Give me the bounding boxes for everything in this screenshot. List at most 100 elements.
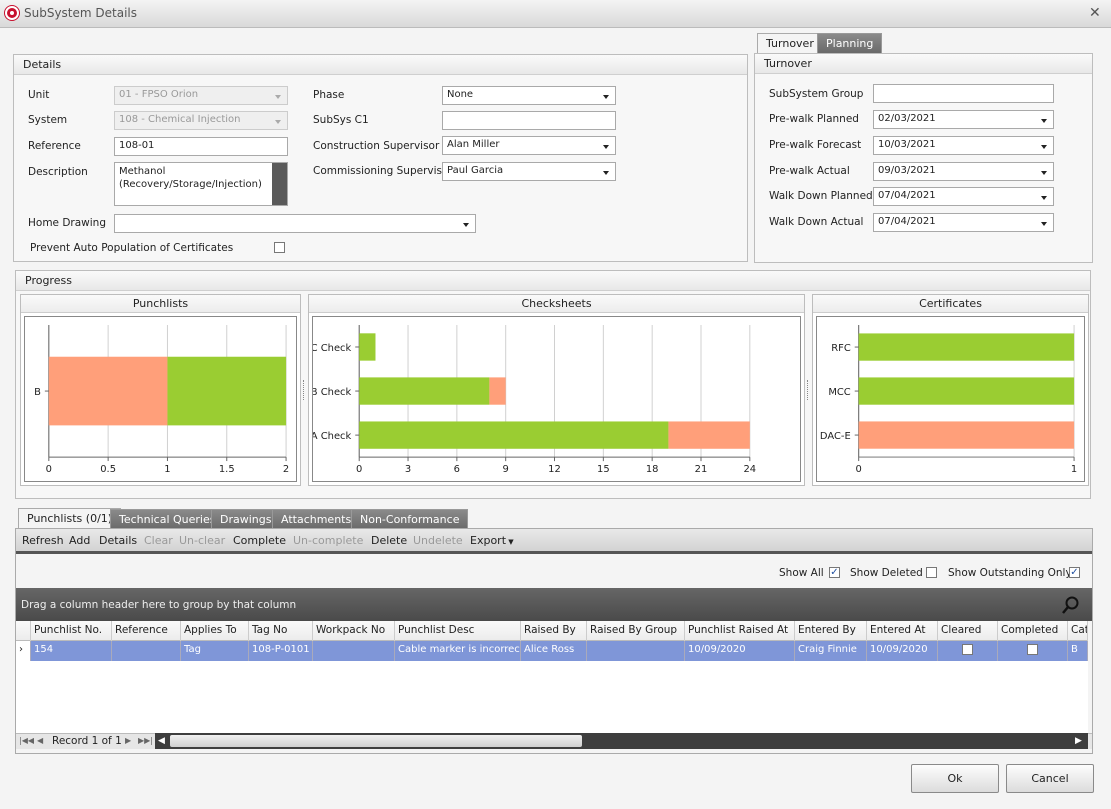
tick-label: 0 [46,464,52,475]
tab-technical-queries[interactable]: Technical Queries [110,509,225,529]
column-header[interactable]: Completed [998,621,1068,641]
clear-button[interactable]: Clear [144,534,173,547]
next-page-icon[interactable]: ▶ [125,736,131,745]
subsystem-group-input[interactable] [873,84,1054,103]
show-outstanding-checkbox[interactable] [1069,567,1080,578]
details-header: Details [14,55,747,75]
tab-attachments[interactable]: Attachments [272,509,361,529]
phase-label: Phase [313,89,345,101]
complete-button[interactable]: Complete [233,534,286,547]
commissioning-supervisor-label: Commissioning Supervisor [313,165,453,177]
undelete-button[interactable]: Undelete [413,534,463,547]
checksheets-chart-panel: Checksheets 0 3 6 9 12 15 18 21 24 C Check B Check… [308,294,805,486]
home-drawing-label: Home Drawing [28,217,107,229]
prev-page-icon[interactable]: ◀ [37,736,43,745]
bar [167,356,287,426]
walkdown-actual-date[interactable]: 07/04/2021 [873,213,1054,232]
prewalk-planned-date[interactable]: 02/03/2021 [873,110,1054,129]
tab-turnover[interactable]: Turnover [757,33,823,53]
prevent-auto-population-label: Prevent Auto Population of Certificates [30,242,234,254]
column-header[interactable]: Entered At [867,621,938,641]
unit-label: Unit [28,89,50,101]
home-drawing-select[interactable] [114,214,476,233]
walkdown-planned-date[interactable]: 07/04/2021 [873,187,1054,206]
tick-label: 21 [695,464,708,475]
column-header[interactable]: Punchlist Desc [395,621,521,641]
table-cell [112,641,181,661]
subsys-c1-input[interactable] [442,111,616,130]
delete-button[interactable]: Delete [371,534,407,547]
add-button[interactable]: Add [69,534,90,547]
unit-select[interactable]: 01 - FPSO Orion [114,86,288,105]
table-cell: 154 [31,641,112,661]
scroll-left-icon[interactable]: ◀ [158,736,165,746]
record-counter: Record 1 of 1 [52,735,122,747]
show-deleted-checkbox[interactable] [926,567,937,578]
walkdown-planned-label: Walk Down Planned [769,190,873,202]
prevent-auto-population-checkbox[interactable] [274,242,285,253]
checksheets-chart-title: Checksheets [309,295,804,313]
description-scrollbar[interactable] [272,163,287,205]
phase-select[interactable]: None [442,86,616,105]
column-header[interactable]: Tag No [249,621,313,641]
column-header[interactable]: Punchlist Raised At [685,621,795,641]
column-header[interactable]: Applies To [181,621,249,641]
prewalk-planned-label: Pre-walk Planned [769,113,859,125]
splitter-handle[interactable] [807,380,810,400]
completed-checkbox-cell [998,641,1068,661]
export-button[interactable]: Export ▼ [470,534,514,547]
description-textarea[interactable]: Methanol (Recovery/Storage/Injection) [114,162,288,206]
tab-drawings[interactable]: Drawings [211,509,281,529]
tick-label: 2 [283,464,289,475]
tick-label: 15 [597,464,610,475]
column-header[interactable]: Cat [1068,621,1088,641]
refresh-button[interactable]: Refresh [22,534,64,547]
reference-input[interactable]: 108-01 [114,137,288,156]
tab-planning[interactable]: Planning [817,33,883,53]
column-header[interactable]: Cleared [938,621,998,641]
completed-checkbox[interactable] [1027,644,1038,655]
search-icon[interactable] [1061,595,1081,615]
category-label: C Check [313,343,351,354]
column-header[interactable]: Raised By [521,621,587,641]
system-select[interactable]: 108 - Chemical Injection [114,111,288,130]
cleared-checkbox[interactable] [962,644,973,655]
tab-punchlists[interactable]: Punchlists (0/1) [18,508,122,528]
column-header[interactable]: Workpack No [313,621,395,641]
tab-non-conformance[interactable]: Non-Conformance [351,509,469,529]
construction-supervisor-select[interactable]: Alan Miller [442,136,616,155]
splitter-handle[interactable] [303,380,306,400]
chevron-down-icon: ▼ [506,538,514,546]
unclear-button[interactable]: Un-clear [179,534,225,547]
table-row[interactable]: › 154 Tag 108-P-0101 Cable marker is incorr… [16,641,1088,661]
details-button[interactable]: Details [99,534,137,547]
ok-button[interactable]: Ok [911,764,999,793]
column-header[interactable]: Reference [112,621,181,641]
column-header[interactable]: Entered By [795,621,867,641]
reference-label: Reference [28,140,81,152]
show-all-label: Show All [779,567,824,579]
row-indicator-icon: › [16,641,31,661]
cancel-button[interactable]: Cancel [1006,764,1094,793]
close-icon[interactable]: ✕ [1089,5,1101,21]
prewalk-actual-label: Pre-walk Actual [769,165,850,177]
show-all-checkbox[interactable] [829,567,840,578]
scroll-right-icon[interactable]: ▶ [1075,736,1082,746]
last-page-icon[interactable]: ▶▶| [138,736,153,745]
description-line-2: (Recovery/Storage/Injection) [119,179,262,190]
bar [359,333,376,361]
bar [359,377,490,405]
prewalk-actual-date[interactable]: 09/03/2021 [873,162,1054,181]
bar [489,377,506,405]
walkdown-actual-label: Walk Down Actual [769,216,864,228]
commissioning-supervisor-select[interactable]: Paul Garcia [442,162,616,181]
scrollbar-thumb[interactable] [170,735,582,747]
first-page-icon[interactable]: |◀◀ [19,736,34,745]
prewalk-forecast-date[interactable]: 10/03/2021 [873,136,1054,155]
bar [858,377,1075,405]
table-cell: Tag [181,641,249,661]
uncomplete-button[interactable]: Un-complete [293,534,363,547]
column-header[interactable]: Punchlist No. [31,621,112,641]
column-header[interactable]: Raised By Group [587,621,685,641]
certificates-chart-panel: Certificates 0 1 RFC MCC DAC-E [812,294,1089,486]
